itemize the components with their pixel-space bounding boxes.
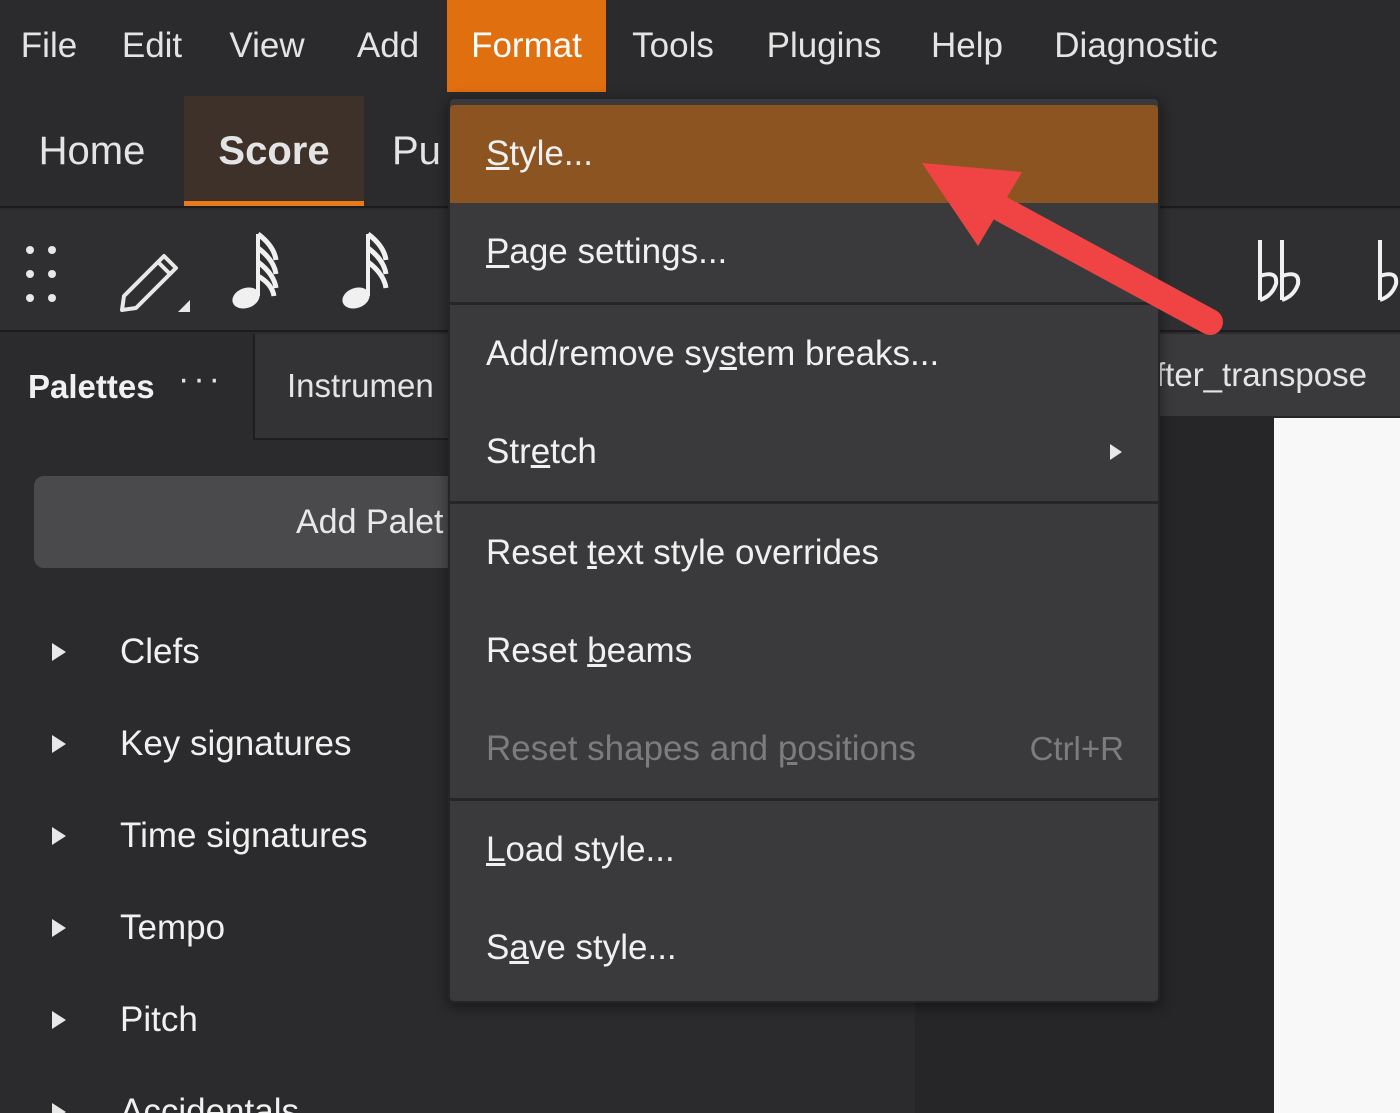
score-page[interactable] [1274, 418, 1400, 1113]
palette-item-label: Pitch [120, 1000, 198, 1039]
menu-item-label: Reset text style overrides [486, 533, 879, 572]
expand-arrow-icon[interactable] [52, 1103, 66, 1113]
64th-note-icon[interactable] [226, 226, 296, 316]
expand-arrow-icon[interactable] [52, 1011, 66, 1029]
menu-view[interactable]: View [214, 0, 320, 92]
menu-edit[interactable]: Edit [104, 0, 200, 92]
score-tab-title: fter_transpose [1156, 356, 1367, 393]
menu-item-label: Page settings... [486, 232, 728, 271]
menu-diagnostic[interactable]: Diagnostic [1036, 0, 1236, 92]
menu-add[interactable]: Add [338, 0, 438, 92]
add-palettes-label: Add Palet [296, 502, 444, 541]
menu-item-system-breaks[interactable]: Add/remove system breaks... [450, 305, 1158, 403]
menu-item-stretch[interactable]: Stretch [450, 403, 1158, 501]
tab-home[interactable]: Home [14, 96, 170, 206]
menu-item-label: Stretch [486, 432, 597, 471]
menu-item-reset-shapes: Reset shapes and positions Ctrl+R [450, 700, 1158, 798]
drag-handle-icon[interactable] [24, 244, 58, 306]
menu-item-label: Reset shapes and positions [486, 729, 917, 768]
expand-arrow-icon[interactable] [52, 735, 66, 753]
menu-item-label: Add/remove system breaks... [486, 334, 940, 373]
32nd-note-icon[interactable] [336, 226, 406, 316]
menu-format[interactable]: Format [447, 0, 606, 92]
palette-item-label: Accidentals [120, 1092, 299, 1113]
palette-item-accidentals[interactable]: Accidentals [0, 1066, 915, 1113]
submenu-arrow-icon [1110, 444, 1122, 460]
menu-item-label: Save style... [486, 928, 677, 967]
menu-item-page-settings[interactable]: Page settings... [450, 203, 1158, 301]
menu-item-label: Load style... [486, 830, 675, 869]
expand-arrow-icon[interactable] [52, 919, 66, 937]
menu-item-save-style[interactable]: Save style... [450, 899, 1158, 997]
palette-item-label: Tempo [120, 908, 226, 947]
more-options-icon[interactable]: ··· [178, 360, 224, 399]
score-tab[interactable]: fter_transpose [1120, 334, 1400, 416]
menu-help[interactable]: Help [914, 0, 1020, 92]
shortcut-label: Ctrl+R [1029, 730, 1124, 767]
menu-item-load-style[interactable]: Load style... [450, 801, 1158, 899]
menu-item-reset-beams[interactable]: Reset beams [450, 602, 1158, 700]
palette-item-label: Clefs [120, 632, 200, 671]
pencil-icon[interactable] [116, 238, 196, 316]
tab-instruments-label: Instrumen [287, 367, 434, 404]
menu-item-reset-text-style[interactable]: Reset text style overrides [450, 504, 1158, 602]
double-flat-icon[interactable] [1250, 236, 1310, 310]
menu-bar: File Edit View Add Format Tools Plugins … [0, 0, 1400, 92]
menu-plugins[interactable]: Plugins [748, 0, 900, 92]
palette-item-label: Time signatures [120, 816, 368, 855]
tab-score[interactable]: Score [184, 96, 364, 206]
format-menu: Style... Page settings... Add/remove sys… [448, 97, 1160, 1003]
tab-palettes-label: Palettes [28, 368, 155, 405]
palette-item-label: Key signatures [120, 724, 352, 763]
expand-arrow-icon[interactable] [52, 643, 66, 661]
menu-tools[interactable]: Tools [616, 0, 730, 92]
flat-icon[interactable] [1370, 236, 1400, 310]
menu-item-label: Style... [486, 134, 593, 173]
menu-file[interactable]: File [6, 0, 92, 92]
menu-item-style[interactable]: Style... [450, 105, 1158, 203]
tab-publish[interactable]: Pu [392, 96, 452, 206]
expand-arrow-icon[interactable] [52, 827, 66, 845]
menu-item-label: Reset beams [486, 631, 693, 670]
